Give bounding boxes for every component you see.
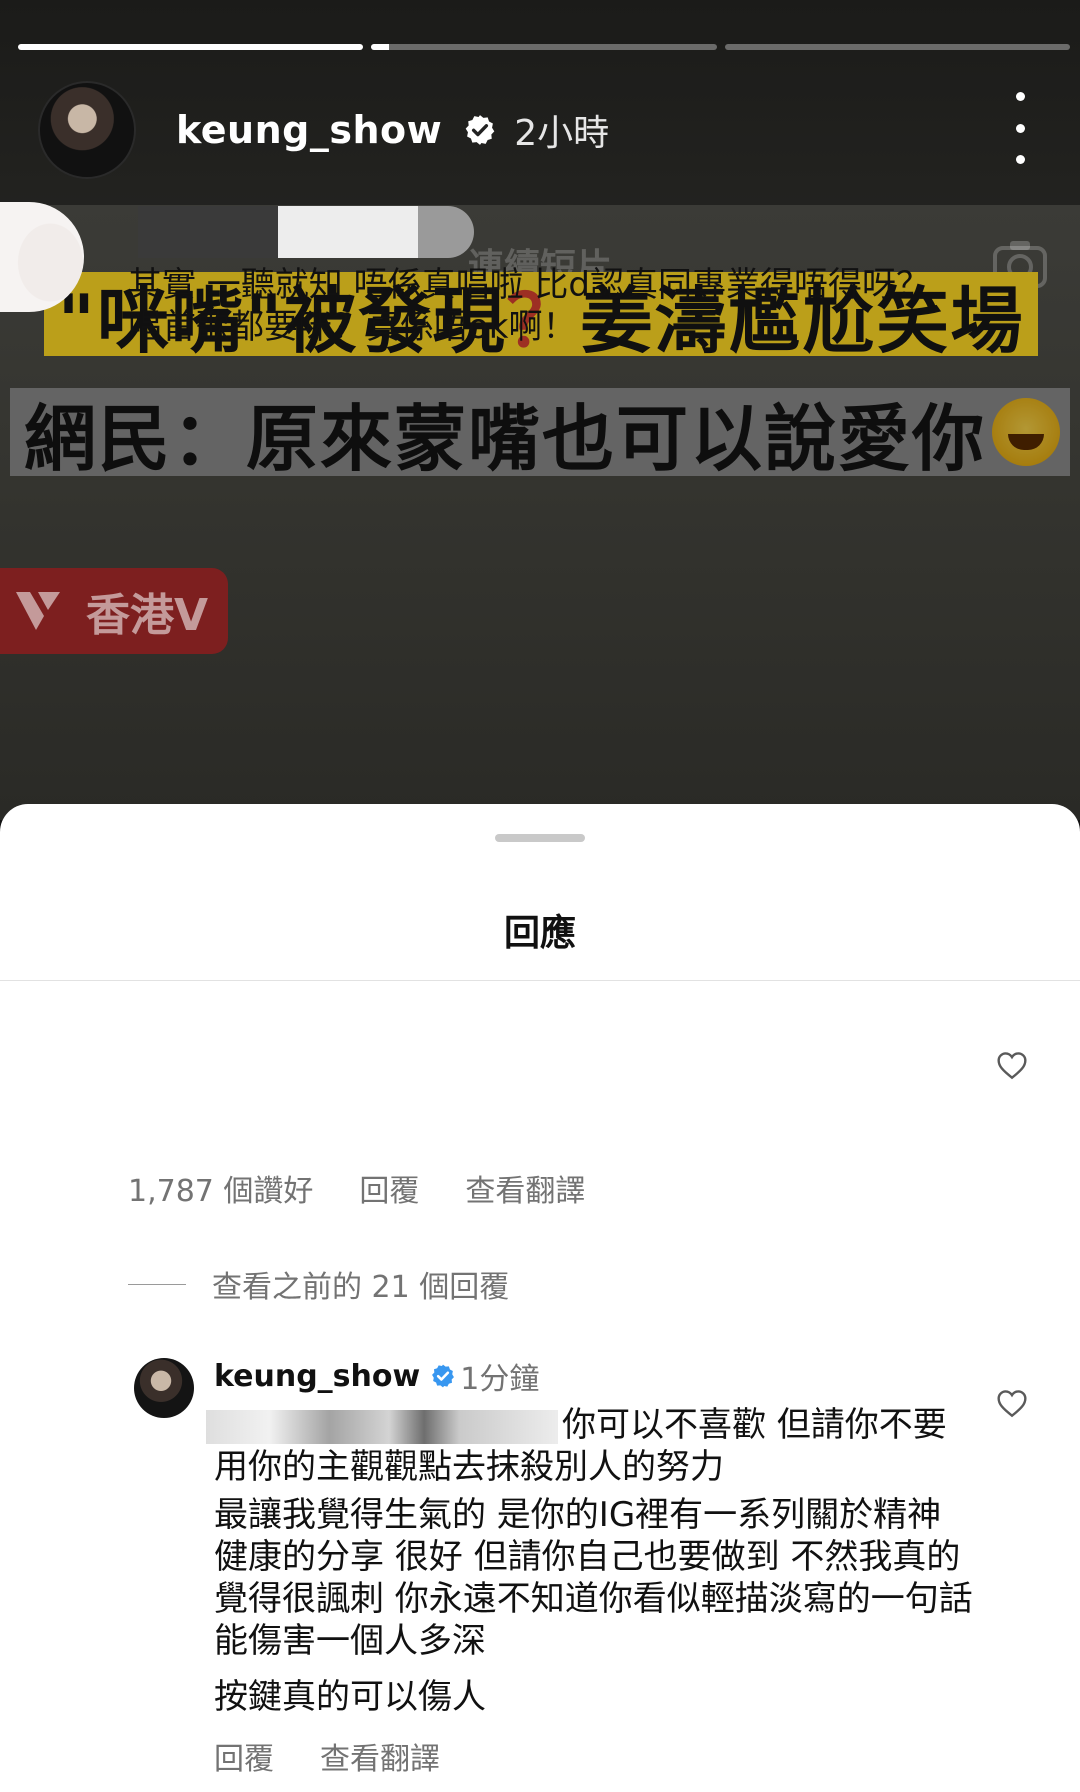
channel-name: 香港V xyxy=(86,590,209,641)
progress-segment xyxy=(724,44,1070,50)
reply-username[interactable]: keung_show xyxy=(214,1359,420,1394)
redaction-block xyxy=(138,206,278,258)
kebab-dot xyxy=(1015,123,1025,133)
progress-segment xyxy=(18,44,364,50)
story-header: keung_show 2小時 xyxy=(38,78,1040,182)
view-previous-replies-label: 查看之前的 21 個回覆 xyxy=(212,1270,510,1305)
see-translation-button[interactable]: 查看翻譯 xyxy=(320,1734,440,1778)
redaction-block xyxy=(418,206,474,258)
reply-paragraph-1: 你可以不喜歡 但請你不要用你的主觀觀點去抹殺別人的努力 xyxy=(214,1405,947,1487)
verified-badge-icon xyxy=(430,1363,456,1389)
laughing-emoji-icon xyxy=(992,398,1061,466)
reply-timestamp: 1分鐘 xyxy=(460,1362,540,1397)
more-options-icon[interactable] xyxy=(1000,92,1040,164)
reply-meta: 回覆 查看翻譯 xyxy=(214,1734,440,1778)
reply-paragraph-3: 按鍵真的可以傷人 xyxy=(214,1677,486,1717)
comment-text: 其實 一聽就知 唔係真唱啦 比d認真同專業得唔得呀？唱首歌都要咪？真係唔ok啊！ xyxy=(128,265,931,347)
sheet-title: 回應 xyxy=(503,913,576,954)
progress-segment-fill xyxy=(371,44,389,50)
comment-meta: 1,787 個讚好 回覆 查看翻譯 xyxy=(128,1166,585,1210)
story-progress-bar xyxy=(18,44,1070,50)
story-avatar[interactable] xyxy=(38,81,136,179)
story-timestamp: 2小時 xyxy=(514,113,610,154)
headline-line2-text: 網民：原來蒙嘴也可以說愛你 xyxy=(24,396,987,481)
heart-icon[interactable] xyxy=(996,1388,1028,1418)
replies-line xyxy=(128,1283,186,1285)
sheet-divider xyxy=(0,980,1080,981)
channel-logo-icon xyxy=(16,592,60,630)
reply-button[interactable]: 回覆 xyxy=(214,1734,274,1778)
sheet-drag-handle[interactable] xyxy=(495,834,585,842)
redaction-block xyxy=(278,206,418,258)
channel-badge: 香港V xyxy=(0,568,228,654)
kebab-dot xyxy=(1015,92,1025,101)
verified-badge-icon xyxy=(460,110,500,150)
video-headline-line2: 網民：原來蒙嘴也可以說愛你 xyxy=(10,388,1070,481)
progress-segment xyxy=(371,44,717,50)
reply-button[interactable]: 回覆 xyxy=(359,1166,419,1210)
reply-avatar[interactable] xyxy=(134,1358,194,1418)
view-previous-replies[interactable]: 查看之前的 21 個回覆 xyxy=(128,1262,509,1306)
story-username[interactable]: keung_show xyxy=(176,108,442,152)
redacted-username xyxy=(138,206,484,258)
reply-header: keung_show 1分鐘 xyxy=(214,1354,539,1398)
heart-icon[interactable] xyxy=(996,1050,1028,1080)
like-count[interactable]: 1,787 個讚好 xyxy=(128,1166,313,1210)
reply-paragraph-2: 最讓我覺得生氣的 是你的IG裡有一系列關於精神健康的分享 很好 但請你自己也要做… xyxy=(214,1495,973,1661)
kebab-dot xyxy=(1015,155,1025,164)
see-translation-button[interactable]: 查看翻譯 xyxy=(465,1166,585,1210)
story-viewer: keung_show 2小時 ‹ 連續短片 "咪嘴"被發現？姜濤尷尬笑場 網民：… xyxy=(0,0,1080,820)
progress-segment-fill xyxy=(18,44,364,50)
